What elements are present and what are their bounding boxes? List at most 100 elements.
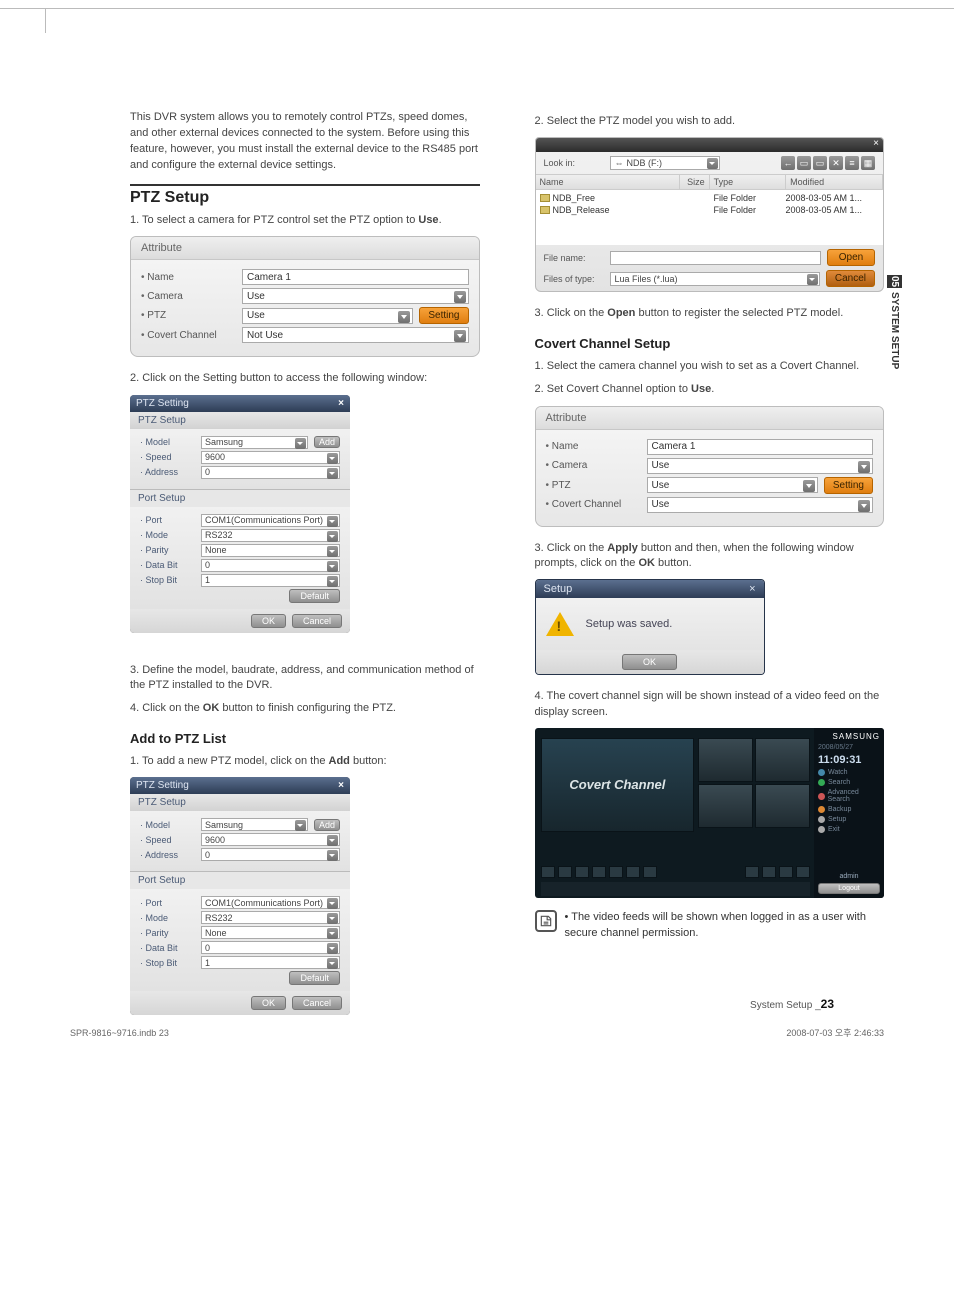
add-button[interactable]: Add (314, 436, 340, 448)
file-list[interactable]: NDB_Free File Folder 2008-03-05 AM 1... … (536, 190, 884, 245)
setup-saved-dialog: Setup × Setup was saved. OK (535, 579, 765, 675)
nav-new-icon[interactable]: ▭ (813, 156, 827, 170)
page-label: System Setup _23 (750, 997, 834, 1011)
right-step3: 3. Click on the Open button to register … (535, 306, 885, 321)
note-text: The video feeds will be shown when logge… (565, 911, 866, 938)
model-combo[interactable]: Samsung (201, 818, 308, 831)
attr-covert-combo[interactable]: Not Use (242, 327, 469, 343)
menu-search[interactable]: Search (818, 779, 880, 786)
logout-button[interactable]: Logout (818, 883, 880, 894)
ptz-step3: 3. Define the model, baudrate, address, … (130, 663, 480, 694)
attr-label-covert: Covert Channel (141, 330, 236, 341)
address-combo[interactable]: 0 (201, 466, 340, 479)
menu-setup[interactable]: Setup (818, 816, 880, 823)
ptz-setting-dialog-1: PTZ Setting × PTZ Setup Model Samsung Ad… (130, 395, 350, 633)
attr-label-ptz: PTZ (141, 310, 236, 321)
lookin-combo[interactable]: ⇔NDB (F:) (610, 156, 720, 170)
nav-list-icon[interactable]: ≡ (845, 156, 859, 170)
col-size[interactable]: Size (680, 175, 710, 189)
address-combo[interactable]: 0 (201, 848, 340, 861)
attr-camera-combo[interactable]: Use (242, 288, 469, 304)
status-bar (541, 882, 811, 896)
folder-icon (540, 194, 550, 202)
default-button[interactable]: Default (289, 589, 340, 603)
cancel-button[interactable]: Cancel (292, 996, 342, 1010)
port-combo[interactable]: COM1(Communications Port) (201, 514, 340, 527)
side-menu: SAMSUNG 2008/05/27 11:09:31 Watch Search… (814, 728, 884, 898)
mode-combo[interactable]: RS232 (201, 529, 340, 542)
cancel-button[interactable]: Cancel (292, 614, 342, 628)
attr-name-field[interactable]: Camera 1 (242, 269, 469, 285)
intro-text: This DVR system allows you to remotely c… (130, 110, 480, 174)
menu-exit[interactable]: Exit (818, 826, 880, 833)
attribute-panel-2: Attribute NameCamera 1 CameraUse PTZUseS… (535, 406, 885, 527)
footer-right: 2008-07-03 오후 2:46:33 (786, 1026, 884, 1039)
cov-step1: 1. Select the camera channel you wish to… (535, 359, 885, 374)
filename-label: File name: (544, 253, 604, 263)
ptz-step1: 1. To select a camera for PTZ control se… (130, 213, 480, 228)
close-icon[interactable]: × (338, 780, 344, 791)
nav-up-icon[interactable]: ▭ (797, 156, 811, 170)
ptz-setting-dialog-2: PTZ Setting × PTZ Setup ModelSamsungAdd … (130, 777, 350, 1015)
col-type[interactable]: Type (710, 175, 787, 189)
attr2-name-field[interactable]: Camera 1 (647, 439, 874, 455)
parity-combo[interactable]: None (201, 926, 340, 939)
stopbit-combo[interactable]: 1 (201, 956, 340, 969)
setup-dialog-title: Setup (544, 583, 573, 595)
attr2-setting-button[interactable]: Setting (824, 477, 873, 494)
ptz-dialog-title: PTZ Setting (136, 398, 189, 409)
nav-back-icon[interactable]: ← (781, 156, 795, 170)
close-icon[interactable]: × (338, 398, 344, 409)
filetype-label: Files of type: (544, 274, 604, 284)
attr2-covert-combo[interactable]: Use (647, 497, 874, 513)
ok-button[interactable]: OK (251, 996, 286, 1010)
side-tab: 05 SYSTEM SETUP (887, 275, 902, 369)
lookin-label: Look in: (544, 158, 604, 168)
attr-ptz-combo[interactable]: Use (242, 308, 413, 324)
nav-del-icon[interactable]: ✕ (829, 156, 843, 170)
speed-combo[interactable]: 9600 (201, 451, 340, 464)
attr2-camera-combo[interactable]: Use (647, 458, 874, 474)
ptz-step4: 4. Click on the OK button to finish conf… (130, 701, 480, 716)
col-name[interactable]: Name (536, 175, 680, 189)
attr-label-camera: Camera (141, 291, 236, 302)
add-button[interactable]: Add (314, 819, 340, 831)
stopbit-combo[interactable]: 1 (201, 574, 340, 587)
model-combo[interactable]: Samsung (201, 436, 308, 449)
speed-combo[interactable]: 9600 (201, 833, 340, 846)
file-row[interactable]: NDB_Free File Folder 2008-03-05 AM 1... (540, 192, 880, 204)
close-icon[interactable]: × (749, 583, 755, 595)
menu-watch[interactable]: Watch (818, 769, 880, 776)
addptz-step1: 1. To add a new PTZ model, click on the … (130, 754, 480, 769)
ptz-setup-sub: PTZ Setup (130, 412, 350, 429)
databit-combo[interactable]: 0 (201, 941, 340, 954)
attr-setting-button[interactable]: Setting (419, 307, 468, 324)
video-tile (698, 784, 753, 828)
menu-backup[interactable]: Backup (818, 806, 880, 813)
close-icon[interactable]: × (873, 138, 879, 149)
filetype-combo[interactable]: Lua Files (*.lua) (610, 272, 820, 286)
port-combo[interactable]: COM1(Communications Port) (201, 896, 340, 909)
open-button[interactable]: Open (827, 249, 875, 266)
setup-ok-button[interactable]: OK (622, 654, 677, 670)
folder-icon (540, 206, 550, 214)
mode-combo[interactable]: RS232 (201, 911, 340, 924)
cov-step4: 4. The covert channel sign will be shown… (535, 689, 885, 720)
nav-detail-icon[interactable]: ▦ (861, 156, 875, 170)
databit-combo[interactable]: 0 (201, 559, 340, 572)
cancel-button[interactable]: Cancel (826, 270, 875, 287)
cov-step3: 3. Click on the Apply button and then, w… (535, 541, 885, 572)
attr2-ptz-combo[interactable]: Use (647, 477, 818, 493)
menu-advsearch[interactable]: Advanced Search (818, 789, 880, 803)
filename-input[interactable] (610, 251, 822, 265)
file-row[interactable]: NDB_Release File Folder 2008-03-05 AM 1.… (540, 204, 880, 216)
video-tile (755, 738, 810, 782)
default-button[interactable]: Default (289, 971, 340, 985)
ok-button[interactable]: OK (251, 614, 286, 628)
col-modified[interactable]: Modified (786, 175, 883, 189)
parity-combo[interactable]: None (201, 544, 340, 557)
cov-step2: 2. Set Covert Channel option to Use. (535, 382, 885, 397)
footer-left: SPR-9816~9716.indb 23 (70, 1028, 169, 1038)
covert-tile: Covert Channel (541, 738, 695, 832)
note-icon (535, 910, 557, 932)
